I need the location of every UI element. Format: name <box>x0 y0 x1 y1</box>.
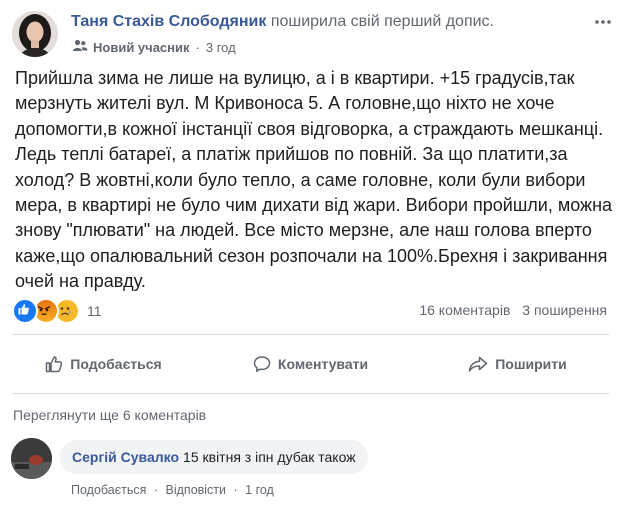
post-card: Таня Стахів Слободяник поширила свій пер… <box>0 0 621 509</box>
post-meta: Новий учасник · 3 год <box>72 39 236 56</box>
thumb-icon <box>46 356 63 373</box>
divider-top <box>12 334 609 335</box>
comment-button-label: Коментувати <box>277 356 369 372</box>
author-avatar[interactable] <box>12 11 58 57</box>
like-icon <box>12 298 38 324</box>
like-button-label: Подобається <box>70 356 162 372</box>
comment-button[interactable]: Коментувати <box>207 341 414 387</box>
comment-reply-link[interactable]: Відповісти <box>166 483 227 497</box>
view-more-comments-link[interactable]: Переглянути ще 6 коментарів <box>13 407 206 423</box>
comment-meta-separator: · <box>233 483 238 497</box>
like-button[interactable]: Подобається <box>0 341 207 387</box>
new-member-badge[interactable]: Новий учасник <box>93 40 190 55</box>
post-text: Прийшла зима не лише на вулицю, а і в кв… <box>15 68 613 292</box>
more-options-button[interactable] <box>593 12 613 32</box>
comments-count[interactable]: 16 коментарів <box>419 302 510 318</box>
author-action-text: поширила свій перший допис. <box>270 13 494 30</box>
comment-icon <box>253 356 271 372</box>
commenter-avatar[interactable] <box>11 438 52 479</box>
post-stats: 16 коментарів 3 поширення <box>419 302 607 318</box>
comment-author[interactable]: Сергій Сувалко <box>72 449 179 465</box>
comment-meta-separator: · <box>153 483 159 497</box>
reactions-summary[interactable]: 11 <box>12 298 102 324</box>
friends-icon <box>72 39 88 56</box>
share-button[interactable]: Поширити <box>414 341 621 387</box>
comment-text: 15 квітня з іпн дубак також <box>183 449 356 465</box>
shares-count[interactable]: 3 поширення <box>522 302 607 318</box>
share-button-label: Поширити <box>495 356 567 372</box>
post-header-line: Таня Стахів Слободяник поширила свій пер… <box>71 13 494 31</box>
more-icon <box>595 20 611 24</box>
comment-bubble: Сергій Сувалко 15 квітня з іпн дубак так… <box>60 440 368 474</box>
author-name[interactable]: Таня Стахів Слободяник <box>71 13 266 30</box>
share-icon <box>468 356 488 372</box>
meta-separator: · <box>195 40 200 55</box>
comment-like-link[interactable]: Подобається <box>71 483 146 497</box>
post-time[interactable]: 3 год <box>206 40 236 55</box>
reactions-count: 11 <box>87 303 102 319</box>
divider-bottom <box>12 393 609 394</box>
comment-meta: Подобається · Відповісти · 1 год <box>71 483 274 497</box>
post-actions: Подобається Коментувати Поширити <box>0 341 621 387</box>
comment-time[interactable]: 1 год <box>245 483 274 497</box>
